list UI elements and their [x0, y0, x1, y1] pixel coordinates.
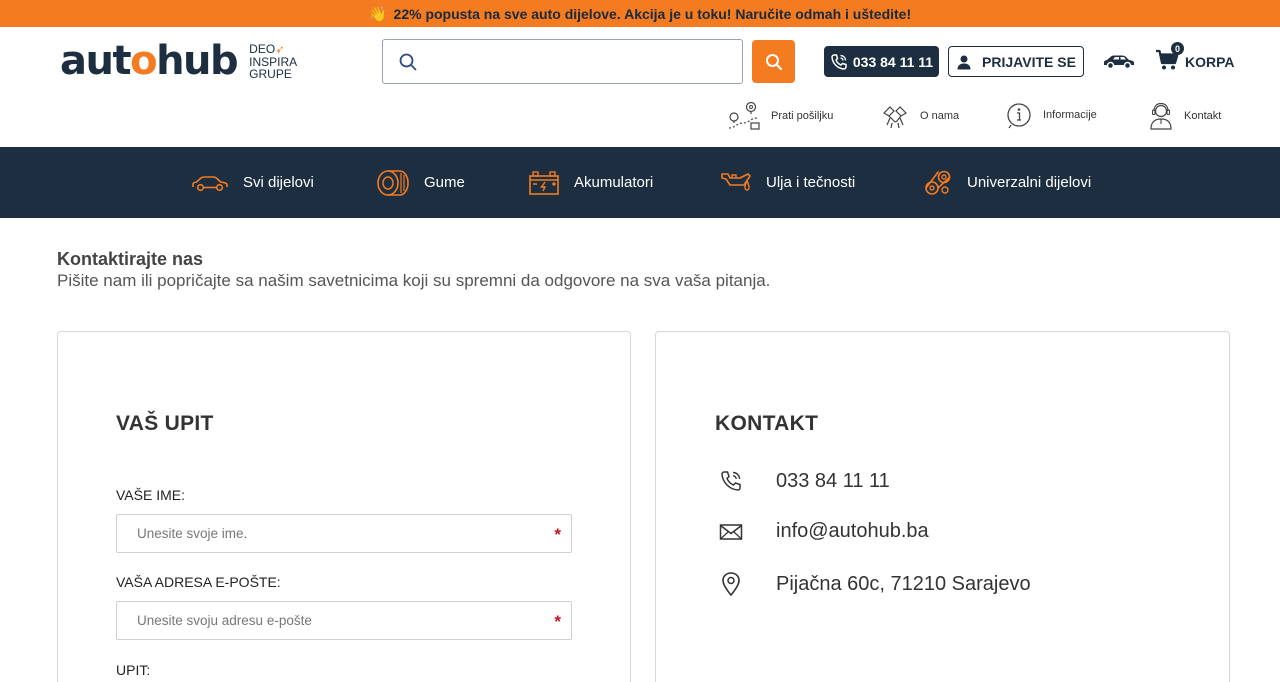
oil-can-icon [721, 172, 751, 191]
name-label: VAŠE IME: [116, 487, 185, 503]
contact-card: KONTAKT 033 84 11 11 info@autohub.ba Pij… [655, 331, 1230, 682]
contact-address-text: Pijačna 60c, 71210 Sarajevo [776, 572, 1031, 595]
support-agent-icon [1150, 102, 1172, 130]
search-icon [765, 53, 782, 70]
contact-phone-text: 033 84 11 11 [776, 469, 890, 492]
cart-label: KORPA [1185, 53, 1235, 70]
search-input[interactable] [427, 53, 727, 70]
car-icon [1104, 55, 1134, 70]
category-navbar: Svi dijelovi Gume Akumulatori Ulja i teč… [0, 147, 1280, 218]
login-button[interactable]: PRIJAVITE SE [948, 46, 1084, 77]
contact-title: KONTAKT [715, 412, 819, 435]
nav-item-oils[interactable]: Ulja i tečnosti [720, 147, 855, 218]
cart-count-badge: 0 [1171, 42, 1184, 55]
page-subtitle: Pišite nam ili popričajte sa našim savet… [57, 271, 771, 290]
query-label: UPIT: [116, 662, 151, 678]
contact-email[interactable]: info@autohub.ba [718, 520, 929, 543]
email-input[interactable] [137, 613, 517, 628]
nav-item-label: Akumulatori [574, 174, 654, 191]
handshake-icon [883, 106, 907, 129]
phone-button[interactable]: 033 84 11 11 [824, 46, 939, 77]
logo-wordmark: autohub [60, 38, 239, 84]
my-vehicle-button[interactable] [1102, 53, 1136, 74]
promo-text: 22% popusta na sve auto dijelove. Akcija… [393, 5, 912, 22]
utility-link-track[interactable]: Prati pošiljku [727, 101, 833, 131]
utility-link-contact[interactable]: Kontakt [1148, 101, 1221, 131]
form-title: VAŠ UPIT [116, 412, 214, 435]
required-marker: * [554, 612, 561, 631]
nav-item-label: Svi dijelovi [243, 174, 314, 191]
utility-link-label: O nama [920, 110, 960, 122]
name-input[interactable] [137, 526, 517, 541]
email-label: VAŠA ADRESA E-POŠTE: [116, 574, 281, 590]
logo-subtitle: DEO➶ INSPIRA GRUPE [249, 41, 298, 81]
nav-item-label: Gume [424, 174, 465, 191]
utility-link-label: Informacije [1043, 109, 1097, 121]
contact-address[interactable]: Pijačna 60c, 71210 Sarajevo [718, 571, 1031, 597]
contact-phone[interactable]: 033 84 11 11 [718, 469, 890, 493]
utility-link-label: Kontakt [1184, 110, 1222, 122]
car-icon [192, 175, 228, 191]
tracking-icon [728, 101, 760, 130]
logo[interactable]: autohub DEO➶ INSPIRA GRUPE [60, 41, 309, 81]
login-label: PRIJAVITE SE [982, 53, 1076, 70]
utility-link-about[interactable]: O nama [880, 101, 959, 131]
utility-link-info[interactable]: Informacije [1005, 101, 1097, 129]
phone-icon [831, 53, 847, 70]
name-field-wrapper: * [116, 514, 572, 553]
info-icon [1007, 103, 1031, 129]
nav-item-tires[interactable]: Gume [376, 147, 465, 218]
location-pin-icon [722, 572, 740, 597]
required-marker: * [554, 525, 561, 544]
user-icon [957, 55, 971, 69]
search-box [382, 39, 743, 84]
nav-item-label: Univerzalni dijelovi [967, 174, 1092, 191]
page-title: Kontaktirajte nas [57, 249, 204, 269]
phone-icon [721, 471, 741, 491]
envelope-icon [719, 523, 743, 540]
nav-item-all-parts[interactable]: Svi dijelovi [191, 147, 314, 218]
search-icon [399, 53, 417, 70]
site-header: autohub DEO➶ INSPIRA GRUPE 033 84 11 11 … [0, 27, 1280, 147]
belt-icon [925, 170, 951, 195]
contact-email-text: info@autohub.ba [776, 520, 929, 542]
email-field-wrapper: * [116, 601, 572, 640]
phone-label: 033 84 11 11 [852, 53, 934, 70]
promo-banner: 👋 22% popusta na sve auto dijelove. Akci… [0, 0, 1280, 27]
utility-link-label: Prati pošiljku [771, 110, 834, 122]
nav-item-universal[interactable]: Univerzalni dijelovi [923, 147, 1091, 218]
nav-item-label: Ulja i tečnosti [766, 174, 856, 191]
battery-icon [529, 170, 559, 195]
nav-item-batteries[interactable]: Akumulatori [528, 147, 653, 218]
cart-button[interactable]: 0 KORPA [1155, 42, 1235, 74]
tire-icon [377, 169, 409, 196]
waving-hand-icon: 👋 [368, 5, 388, 23]
inquiry-form-card: VAŠ UPIT VAŠE IME: * VAŠA ADRESA E-POŠTE… [57, 331, 631, 682]
search-button[interactable] [752, 40, 795, 83]
